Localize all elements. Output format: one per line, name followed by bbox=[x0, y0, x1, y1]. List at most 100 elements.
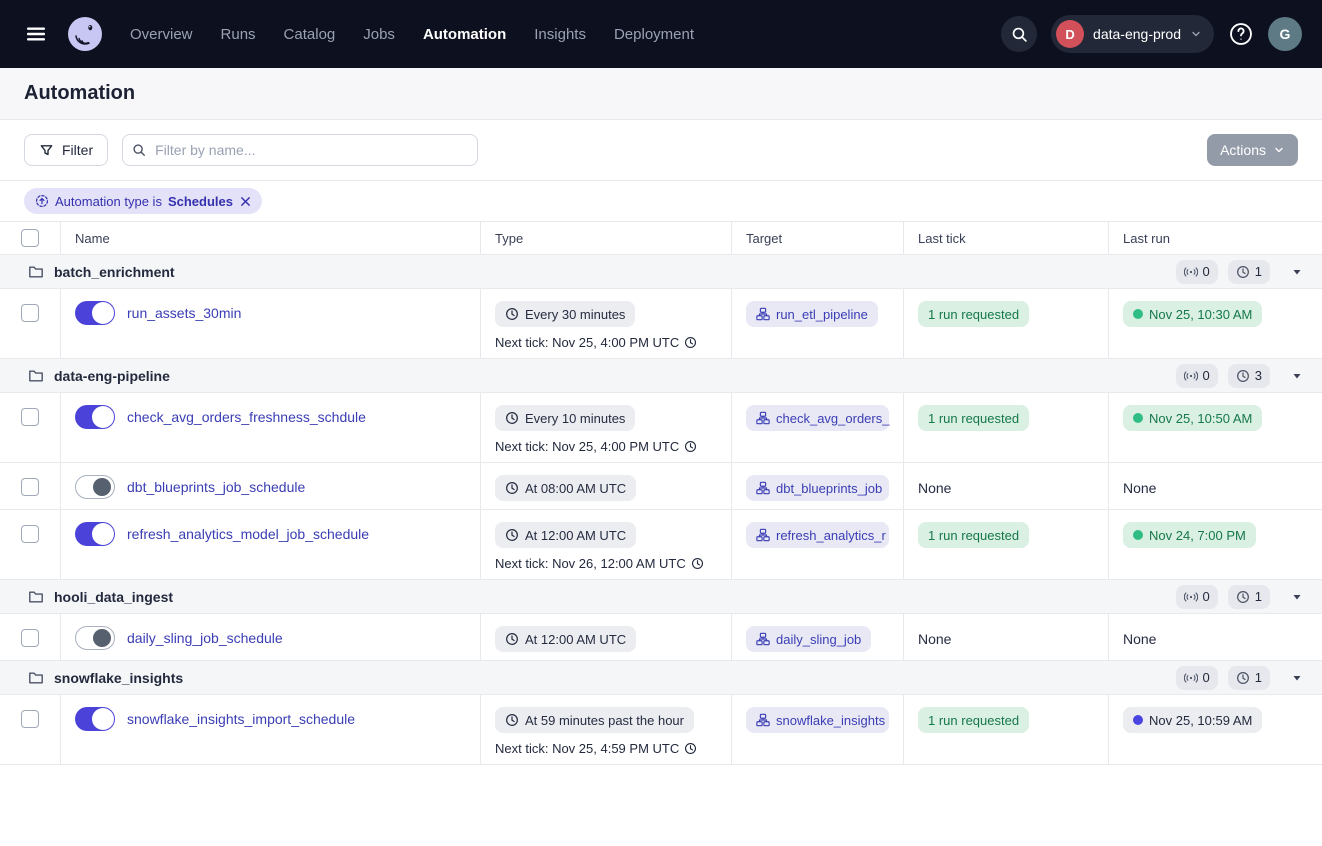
automation-name-link[interactable]: check_avg_orders_freshness_schdule bbox=[127, 405, 366, 429]
nav-item-overview[interactable]: Overview bbox=[130, 26, 193, 43]
group-name: hooli_data_ingest bbox=[54, 589, 173, 605]
filter-button[interactable]: Filter bbox=[24, 134, 108, 166]
target-name: run_etl_pipeline bbox=[776, 307, 868, 322]
sensor-icon bbox=[1184, 265, 1198, 279]
automation-name-link[interactable]: refresh_analytics_model_job_schedule bbox=[127, 522, 369, 546]
schedule-count: 1 bbox=[1255, 589, 1262, 604]
user-avatar[interactable]: G bbox=[1268, 17, 1302, 51]
target-name: refresh_analytics_r bbox=[776, 528, 886, 543]
group-name: data-eng-pipeline bbox=[54, 368, 170, 384]
sensor-count: 0 bbox=[1203, 670, 1210, 685]
sensor-count-badge: 0 bbox=[1176, 260, 1218, 284]
help-button[interactable] bbox=[1228, 21, 1254, 47]
target-name: check_avg_orders_ bbox=[776, 411, 889, 426]
funnel-icon bbox=[39, 143, 54, 158]
nav-item-automation[interactable]: Automation bbox=[423, 26, 506, 43]
title-band: Automation bbox=[0, 68, 1322, 120]
clock-icon bbox=[684, 336, 697, 349]
row-checkbox[interactable] bbox=[21, 525, 39, 543]
nav-item-deployment[interactable]: Deployment bbox=[614, 26, 694, 43]
chevron-down-icon bbox=[1273, 144, 1285, 156]
last-tick-pill[interactable]: 1 run requested bbox=[918, 707, 1029, 733]
nav-item-insights[interactable]: Insights bbox=[534, 26, 586, 43]
schedule-type-pill: At 12:00 AM UTC bbox=[495, 626, 636, 652]
target-link[interactable]: snowflake_insights bbox=[746, 707, 889, 733]
run-status-dot bbox=[1133, 530, 1143, 540]
chevron-down-icon bbox=[1190, 28, 1202, 40]
automation-row: daily_sling_job_schedule At 12:00 AM UTC… bbox=[0, 614, 1322, 661]
automation-name-link[interactable]: snowflake_insights_import_schedule bbox=[127, 707, 355, 731]
clock-icon bbox=[1236, 369, 1250, 383]
dagster-logo-icon[interactable] bbox=[66, 15, 104, 53]
collapse-caret-icon[interactable] bbox=[1288, 588, 1306, 606]
schedule-cadence: Every 10 minutes bbox=[525, 411, 625, 426]
automation-name-link[interactable]: run_assets_30min bbox=[127, 301, 241, 325]
job-graph-icon bbox=[756, 713, 770, 727]
schedule-toggle[interactable] bbox=[75, 626, 115, 650]
last-run-pill[interactable]: Nov 25, 10:59 AM bbox=[1123, 707, 1262, 733]
schedule-toggle[interactable] bbox=[75, 707, 115, 731]
schedule-type-pill: At 59 minutes past the hour bbox=[495, 707, 694, 733]
target-name: snowflake_insights bbox=[776, 713, 885, 728]
actions-button[interactable]: Actions bbox=[1207, 134, 1298, 166]
collapse-caret-icon[interactable] bbox=[1288, 263, 1306, 281]
collapse-caret-icon[interactable] bbox=[1288, 669, 1306, 687]
next-tick-text: Next tick: Nov 25, 4:59 PM UTC bbox=[495, 741, 679, 756]
schedule-count: 1 bbox=[1255, 670, 1262, 685]
close-icon[interactable] bbox=[240, 196, 251, 207]
select-all-checkbox[interactable] bbox=[21, 229, 39, 247]
last-tick-pill[interactable]: 1 run requested bbox=[918, 405, 1029, 431]
row-checkbox[interactable] bbox=[21, 408, 39, 426]
last-tick-pill[interactable]: 1 run requested bbox=[918, 301, 1029, 327]
schedule-toggle[interactable] bbox=[75, 301, 115, 325]
global-search-button[interactable] bbox=[1001, 16, 1037, 52]
row-checkbox[interactable] bbox=[21, 304, 39, 322]
workspace-switcher[interactable]: D data-eng-prod bbox=[1051, 15, 1214, 53]
automation-type-filter-chip[interactable]: Automation type is Schedules bbox=[24, 188, 262, 214]
automation-row: check_avg_orders_freshness_schdule Every… bbox=[0, 393, 1322, 463]
target-link[interactable]: check_avg_orders_ bbox=[746, 405, 889, 431]
sensor-count: 0 bbox=[1203, 264, 1210, 279]
target-link[interactable]: run_etl_pipeline bbox=[746, 301, 878, 327]
collapse-caret-icon[interactable] bbox=[1288, 367, 1306, 385]
schedule-type-pill: Every 30 minutes bbox=[495, 301, 635, 327]
row-checkbox[interactable] bbox=[21, 629, 39, 647]
next-tick-text: Next tick: Nov 25, 4:00 PM UTC bbox=[495, 335, 679, 350]
schedule-count: 3 bbox=[1255, 368, 1262, 383]
target-link[interactable]: dbt_blueprints_job bbox=[746, 475, 889, 501]
table-header: Name Type Target Last tick Last run bbox=[0, 222, 1322, 255]
schedule-count-badge: 1 bbox=[1228, 260, 1270, 284]
schedule-cadence: Every 30 minutes bbox=[525, 307, 625, 322]
schedule-cadence: At 59 minutes past the hour bbox=[525, 713, 684, 728]
target-link[interactable]: refresh_analytics_r bbox=[746, 522, 889, 548]
row-checkbox[interactable] bbox=[21, 478, 39, 496]
name-filter-input[interactable] bbox=[122, 134, 478, 166]
top-nav: Overview Runs Catalog Jobs Automation In… bbox=[0, 0, 1322, 68]
nav-item-runs[interactable]: Runs bbox=[221, 26, 256, 43]
last-run-time: Nov 24, 7:00 PM bbox=[1149, 528, 1246, 543]
folder-icon bbox=[28, 670, 44, 686]
nav-item-jobs[interactable]: Jobs bbox=[363, 26, 395, 43]
schedule-cadence: At 12:00 AM UTC bbox=[525, 528, 626, 543]
column-header-name: Name bbox=[60, 222, 480, 254]
automation-name-link[interactable]: dbt_blueprints_job_schedule bbox=[127, 475, 305, 499]
schedule-toggle[interactable] bbox=[75, 475, 115, 499]
last-run-pill[interactable]: Nov 24, 7:00 PM bbox=[1123, 522, 1256, 548]
schedule-toggle[interactable] bbox=[75, 405, 115, 429]
group-row: data-eng-pipeline 0 3 bbox=[0, 359, 1322, 393]
hamburger-menu-icon[interactable] bbox=[20, 18, 52, 50]
automation-name-link[interactable]: daily_sling_job_schedule bbox=[127, 626, 283, 650]
last-run-pill[interactable]: Nov 25, 10:50 AM bbox=[1123, 405, 1262, 431]
group-row: hooli_data_ingest 0 1 bbox=[0, 580, 1322, 614]
last-tick-pill[interactable]: 1 run requested bbox=[918, 522, 1029, 548]
nav-item-catalog[interactable]: Catalog bbox=[284, 26, 336, 43]
job-graph-icon bbox=[756, 632, 770, 646]
row-checkbox[interactable] bbox=[21, 710, 39, 728]
next-tick: Next tick: Nov 26, 12:00 AM UTC bbox=[495, 556, 717, 571]
last-run-pill[interactable]: Nov 25, 10:30 AM bbox=[1123, 301, 1262, 327]
schedule-toggle[interactable] bbox=[75, 522, 115, 546]
target-link[interactable]: daily_sling_job bbox=[746, 626, 871, 652]
job-graph-icon bbox=[756, 307, 770, 321]
job-graph-icon bbox=[756, 528, 770, 542]
group-name: batch_enrichment bbox=[54, 264, 175, 280]
